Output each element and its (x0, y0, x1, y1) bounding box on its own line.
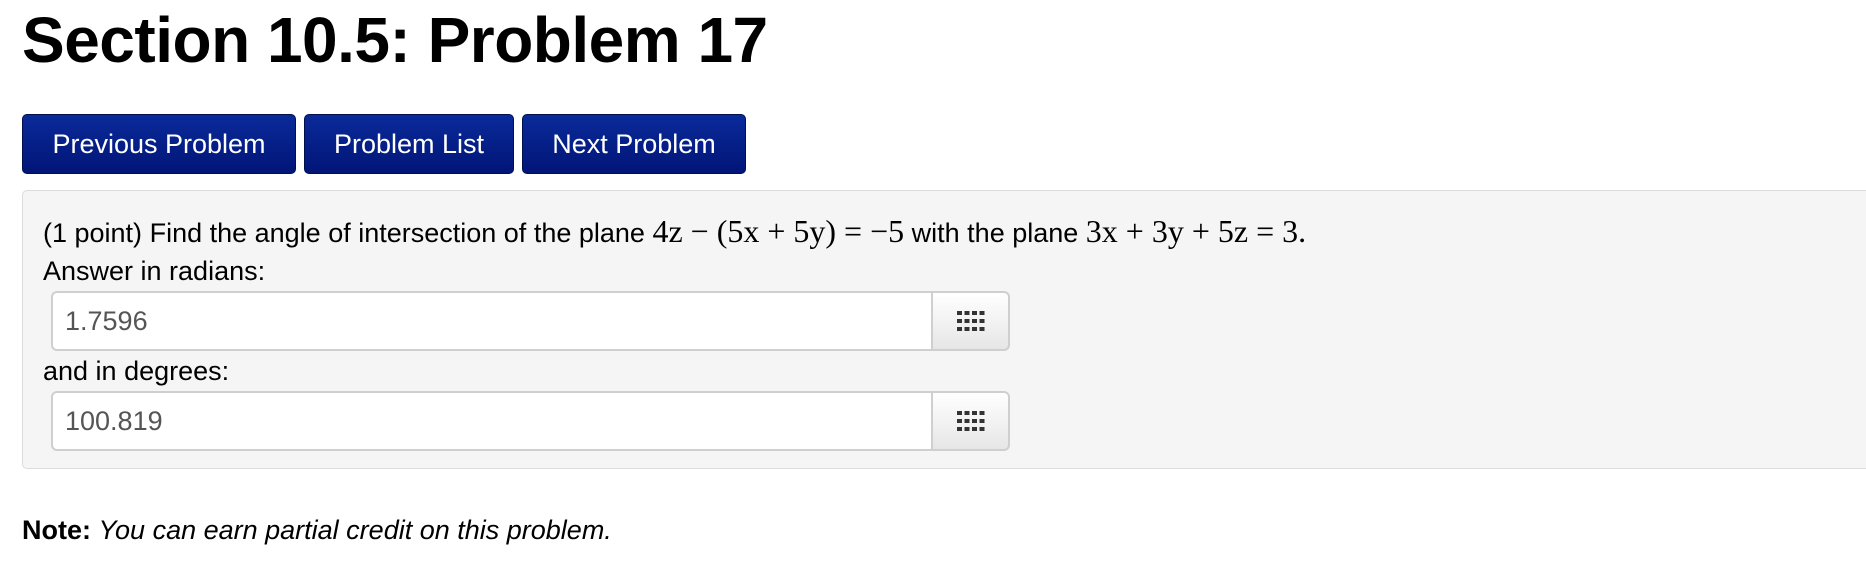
grid-icon (956, 311, 984, 331)
problem-text-before: Find the angle of intersection of the pl… (149, 218, 645, 248)
radians-label: Answer in radians: (43, 256, 266, 286)
degrees-input[interactable] (51, 391, 931, 451)
problem-nav: Previous Problem Problem List Next Probl… (22, 114, 746, 174)
partial-credit-note: Note: You can earn partial credit on thi… (22, 512, 612, 548)
note-text: You can earn partial credit on this prob… (98, 515, 612, 545)
page-title: Section 10.5: Problem 17 (22, 4, 768, 76)
problem-text-middle: with the plane (911, 218, 1079, 248)
radians-palette-button[interactable] (931, 291, 1010, 351)
note-label: Note: (22, 515, 91, 545)
next-problem-button[interactable]: Next Problem (522, 114, 746, 174)
problem-text-end: . (1298, 213, 1307, 249)
page: Section 10.5: Problem 17 Previous Proble… (0, 0, 1866, 566)
problem-box: (1 point) Find the angle of intersection… (22, 190, 1866, 469)
plane-equation-1: 4z − (5x + 5y) = −5 (652, 213, 905, 249)
degrees-label: and in degrees: (43, 356, 230, 386)
radians-input[interactable] (51, 291, 931, 351)
problem-statement: (1 point) Find the angle of intersection… (43, 213, 1306, 251)
problem-points: (1 point) (43, 218, 143, 248)
previous-problem-button[interactable]: Previous Problem (22, 114, 296, 174)
degrees-palette-button[interactable] (931, 391, 1010, 451)
grid-icon (956, 411, 984, 431)
radians-answer-row (51, 291, 1030, 351)
plane-equation-2: 3x + 3y + 5z = 3 (1085, 213, 1299, 249)
problem-list-button[interactable]: Problem List (304, 114, 514, 174)
degrees-answer-row (51, 391, 1030, 451)
